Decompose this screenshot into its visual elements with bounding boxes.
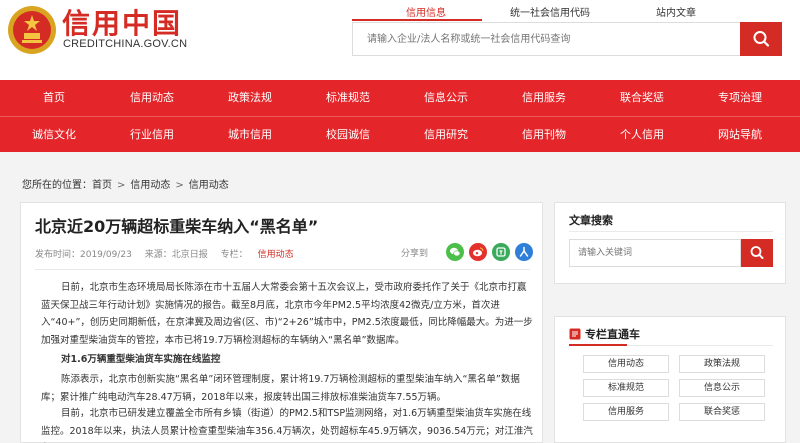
column-item-policies[interactable]: 政策法规	[679, 355, 765, 373]
column-shortcut-panel: 专栏直通车 信用动态 政策法规 标准规范 信息公示 信用服务 联合奖惩	[554, 316, 786, 443]
main-search-button[interactable]	[740, 22, 782, 56]
article-card: 北京近20万辆超标重柴车纳入“黑名单” 发布时间：2019/09/23 来源：北…	[20, 202, 543, 443]
article-search-title: 文章搜索	[569, 214, 613, 227]
column-item-credit-services[interactable]: 信用服务	[583, 403, 669, 421]
nav-item-city-credit[interactable]: 城市信用	[202, 117, 298, 153]
renren-icon	[519, 246, 529, 257]
main-search-box	[352, 22, 740, 56]
search-icon	[753, 31, 770, 47]
search-tab-credit-info[interactable]: 信用信息	[406, 4, 446, 19]
column-item-rewards-penalties[interactable]: 联合奖惩	[679, 403, 765, 421]
site-logo-text[interactable]: 信用中国	[62, 2, 182, 42]
share-label: 分享到	[401, 249, 429, 259]
breadcrumb-credit-news[interactable]: 信用动态	[130, 180, 170, 191]
column-item-credit-news[interactable]: 信用动态	[583, 355, 669, 373]
search-tab-credit-code[interactable]: 统一社会信用代码	[510, 4, 590, 19]
renren-share-button[interactable]	[515, 243, 533, 261]
search-tab-site-articles[interactable]: 站内文章	[656, 4, 696, 19]
nav-item-disclosure[interactable]: 信息公示	[398, 80, 494, 116]
nav-item-standards[interactable]: 标准规范	[300, 80, 396, 116]
panel-title-underline	[569, 344, 627, 346]
article-source: 来源：北京日报	[144, 250, 208, 260]
main-search-input[interactable]	[353, 23, 740, 55]
nav-item-credit-services[interactable]: 信用服务	[496, 80, 592, 116]
nav-item-site-nav[interactable]: 网站导航	[692, 117, 788, 153]
site-header: 信用中国 CREDITCHINA.GOV.CN 信用信息 统一社会信用代码 站内…	[0, 0, 800, 80]
column-item-standards[interactable]: 标准规范	[583, 379, 669, 397]
column-shortcut-title: 专栏直通车	[585, 328, 640, 341]
nav-item-personal-credit[interactable]: 个人信用	[594, 117, 690, 153]
nav-item-campus-integrity[interactable]: 校园诚信	[300, 117, 396, 153]
tieba-share-button[interactable]	[492, 243, 510, 261]
column-item-disclosure[interactable]: 信息公示	[679, 379, 765, 397]
main-navigation: 首页 信用动态 政策法规 标准规范 信息公示 信用服务 联合奖惩 专项治理 诚信…	[0, 80, 800, 152]
wechat-share-button[interactable]	[446, 243, 464, 261]
national-emblem-icon[interactable]	[6, 4, 58, 56]
nav-item-credit-news[interactable]: 信用动态	[104, 80, 200, 116]
nav-row-1: 首页 信用动态 政策法规 标准规范 信息公示 信用服务 联合奖惩 专项治理	[0, 80, 800, 116]
site-domain: CREDITCHINA.GOV.CN	[63, 38, 188, 50]
nav-item-industry-credit[interactable]: 行业信用	[104, 117, 200, 153]
article-paragraph: 日前，北京市生态环境局局长陈添在市十五届人大常委会第十五次会议上，受市政府委托作…	[41, 282, 533, 346]
nav-item-home[interactable]: 首页	[6, 80, 102, 116]
column-link[interactable]: 信用动态	[258, 250, 294, 260]
article-meta: 发布时间：2019/09/23 来源：北京日报 专栏： 信用动态	[35, 247, 314, 260]
breadcrumb: 您所在的位置：首页 > 信用动态 > 信用动态	[22, 176, 229, 191]
column-list-icon	[569, 328, 581, 340]
article-paragraph: 陈添表示，北京市创新实施“黑名单”闭环管理制度，累计将19.7万辆检测超标的重型…	[41, 374, 520, 403]
keyword-search-button[interactable]	[741, 239, 773, 267]
nav-item-special-governance[interactable]: 专项治理	[692, 80, 788, 116]
column-label: 专栏：	[220, 250, 248, 260]
article-subheading: 对1.6万辆重型柴油货车实施在线监控	[61, 354, 221, 365]
search-icon	[750, 246, 764, 259]
keyword-box	[569, 239, 741, 267]
article-paragraph: 目前，北京市已研发建立覆盖全市所有乡镇（街道）的PM2.5和TSP监测网络，对1…	[41, 408, 533, 437]
wechat-icon	[450, 247, 461, 257]
breadcrumb-separator: >	[117, 180, 126, 191]
nav-row-2: 诚信文化 行业信用 城市信用 校园诚信 信用研究 信用刊物 个人信用 网站导航	[0, 116, 800, 152]
breadcrumb-separator: >	[175, 180, 184, 191]
publish-time: 发布时间：2019/09/23	[35, 250, 132, 260]
nav-item-policies[interactable]: 政策法规	[202, 80, 298, 116]
breadcrumb-prefix: 您所在的位置：	[22, 180, 92, 191]
panel-divider	[569, 231, 773, 232]
article-search-panel: 文章搜索	[554, 202, 786, 284]
keyword-input[interactable]	[570, 240, 740, 266]
nav-item-rewards-penalties[interactable]: 联合奖惩	[594, 80, 690, 116]
breadcrumb-home[interactable]: 首页	[92, 180, 112, 191]
tieba-icon	[496, 247, 506, 257]
breadcrumb-current[interactable]: 信用动态	[189, 180, 229, 191]
search-tab-underline	[352, 19, 482, 21]
article-title: 北京近20万辆超标重柴车纳入“黑名单”	[35, 217, 319, 236]
nav-item-credit-research[interactable]: 信用研究	[398, 117, 494, 153]
nav-item-credit-publications[interactable]: 信用刊物	[496, 117, 592, 153]
weibo-icon	[473, 247, 484, 257]
nav-item-integrity-culture[interactable]: 诚信文化	[6, 117, 102, 153]
article-divider	[35, 269, 530, 270]
weibo-share-button[interactable]	[469, 243, 487, 261]
